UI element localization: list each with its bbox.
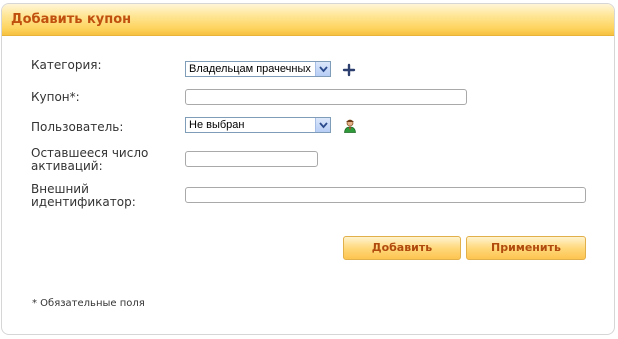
category-label: Категория: [31,58,102,72]
external-id-label-line2: идентификатор: [31,195,136,209]
user-select[interactable]: Не выбран [185,117,331,133]
user-icon[interactable] [343,118,357,133]
add-coupon-panel: Добавить купон Категория: Владельцам пра… [1,3,615,335]
remaining-activations-label-line2: активаций: [31,159,103,173]
coupon-label: Купон*: [31,90,80,104]
user-select-value: Не выбран [189,119,245,131]
chevron-down-icon[interactable] [315,118,330,132]
page-title: Добавить купон [11,12,132,27]
remaining-activations-input[interactable] [185,151,318,167]
category-select[interactable]: Владельцам прачечных [185,61,331,77]
add-button[interactable]: Добавить [343,236,461,260]
required-fields-note: * Обязательные поля [32,298,145,309]
external-id-input[interactable] [185,187,586,203]
panel-header: Добавить купон [2,4,614,36]
user-label: Пользователь: [31,120,124,134]
apply-button[interactable]: Применить [466,236,586,260]
plus-icon[interactable] [342,62,356,77]
category-select-value: Владельцам прачечных [189,63,311,75]
coupon-input[interactable] [185,89,467,105]
chevron-down-icon[interactable] [315,62,330,76]
